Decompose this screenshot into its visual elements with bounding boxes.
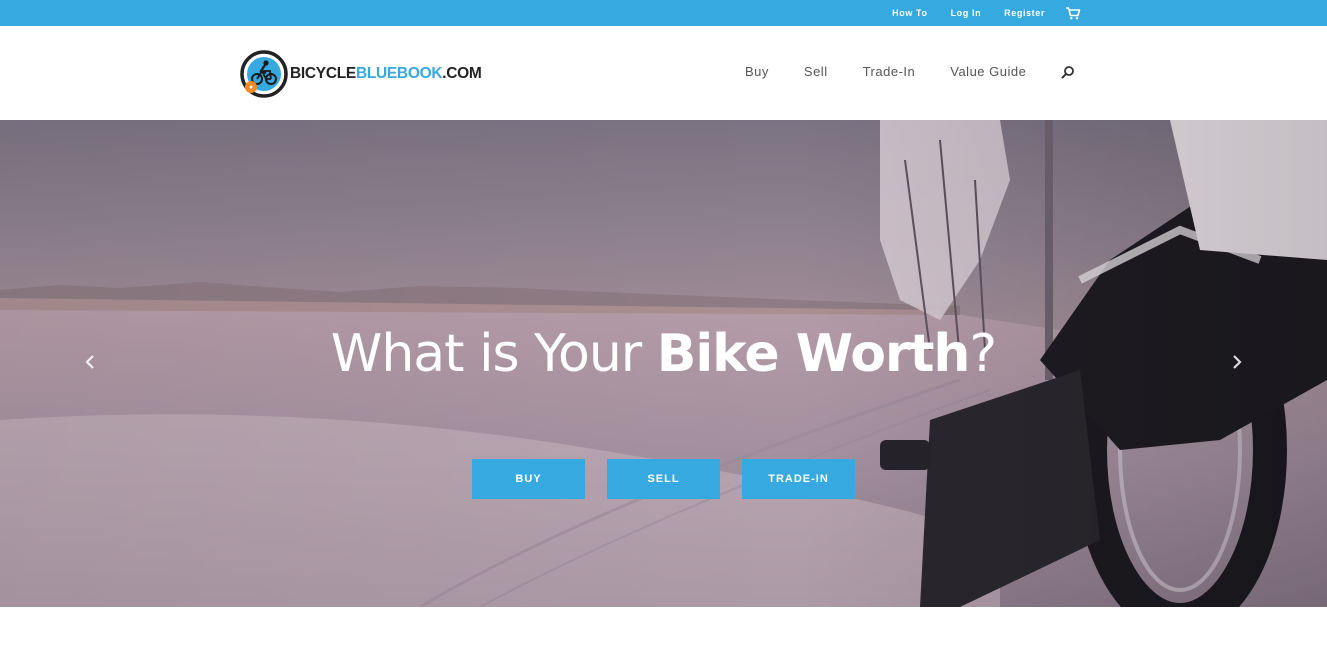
cyclist-logo-icon [240,50,288,98]
hero-carousel: What is Your Bike Worth? BUY SELL TRADE-… [0,120,1327,607]
nav-sell[interactable]: Sell [804,64,828,79]
logo-text-bicycle: BICYCLE [290,65,356,82]
shopping-cart-icon[interactable] [1065,6,1083,20]
chevron-right-icon[interactable] [1230,352,1244,372]
hero-sell-button[interactable]: SELL [607,459,720,499]
top-utility-bar: How To Log In Register [0,0,1327,26]
hero-buy-button[interactable]: BUY [472,459,585,499]
how-to-link[interactable]: How To [892,8,927,18]
hero-title-end: ? [969,324,997,384]
utility-links: How To Log In Register [892,0,1083,26]
hero-title-regular: What is Your [330,324,657,384]
hero-title: What is Your Bike Worth? [0,328,1327,380]
logo-text-bluebook: BLUEBOOK [355,65,443,82]
hero-button-row: BUY SELL TRADE-IN [472,459,855,499]
register-link[interactable]: Register [1004,8,1045,18]
nav-buy[interactable]: Buy [745,64,769,79]
log-in-link[interactable]: Log In [951,8,982,18]
nav-trade-in[interactable]: Trade-In [863,64,916,79]
hero-title-bold: Bike Worth [656,324,971,384]
hero-trade-in-button[interactable]: TRADE-IN [742,459,855,499]
site-logo[interactable]: BICYCLEBLUEBOOK.COM [240,49,482,99]
nav-value-guide[interactable]: Value Guide [950,64,1026,79]
site-header: BICYCLEBLUEBOOK.COM Buy Sell Trade-In Va… [0,26,1327,120]
main-nav: Buy Sell Trade-In Value Guide [745,64,1075,79]
search-icon[interactable] [1061,65,1075,79]
logo-text-com: .COM [442,65,482,82]
logo-wordmark: BICYCLEBLUEBOOK.COM [290,65,482,83]
chevron-left-icon[interactable] [83,352,97,372]
